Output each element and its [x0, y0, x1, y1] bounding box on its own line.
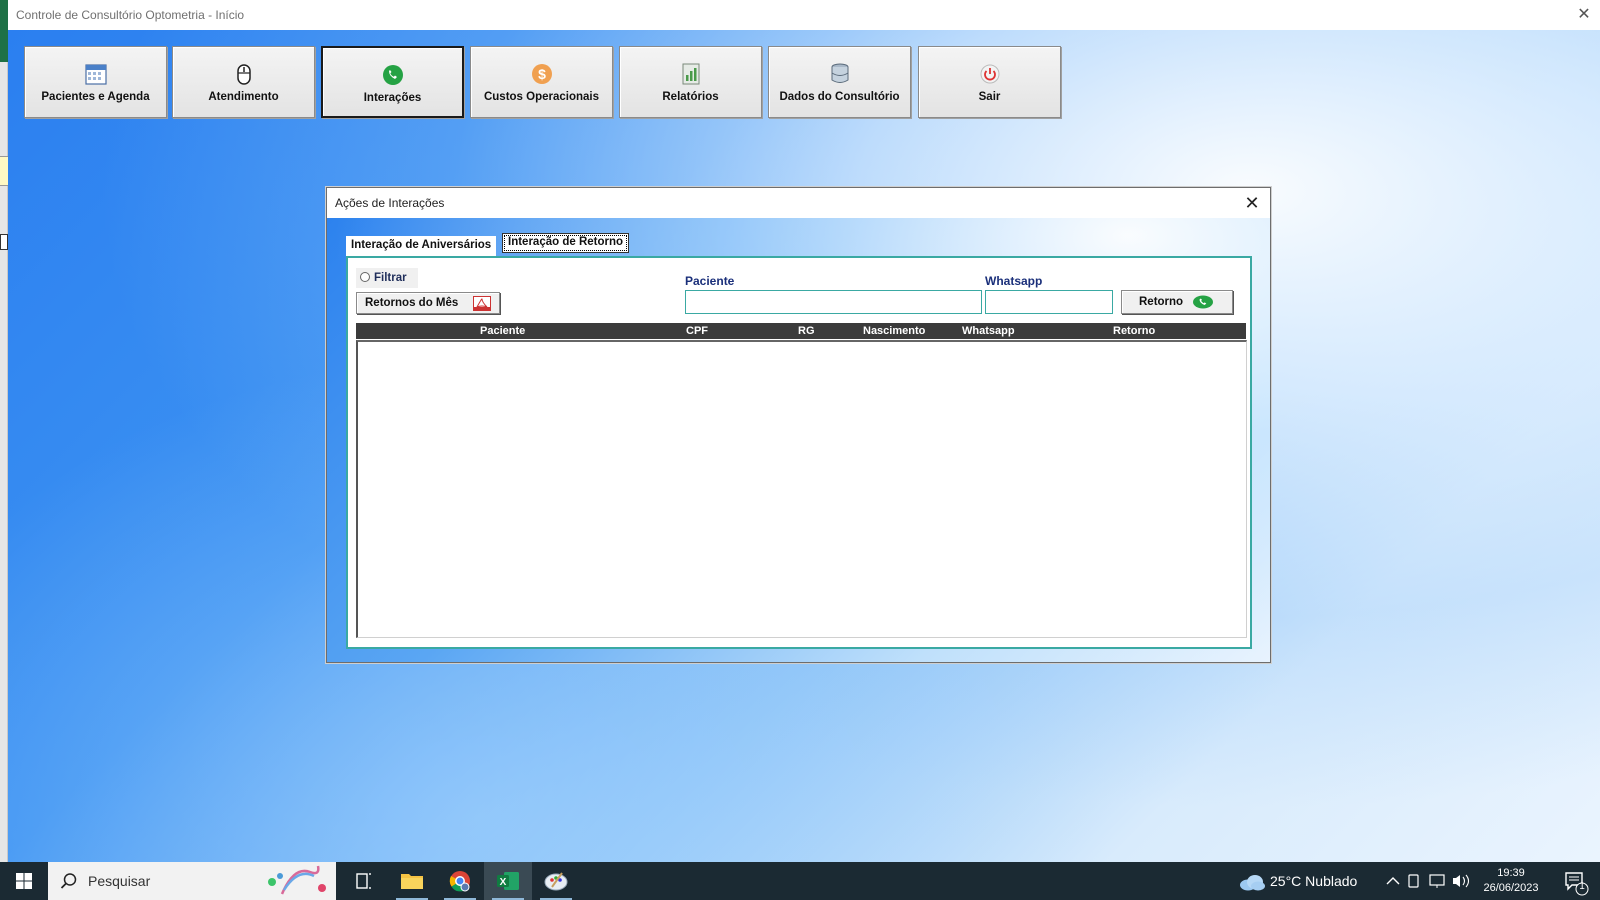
volume-icon — [1453, 875, 1460, 887]
sair-label: Sair — [978, 91, 1001, 103]
custos-operacionais-label: Custos Operacionais — [483, 91, 600, 103]
tab-retorno[interactable]: Interação de Retorno — [502, 233, 630, 253]
paint-palette-icon — [544, 872, 568, 891]
start-button[interactable] — [0, 862, 48, 900]
windows-logo-icon — [16, 873, 32, 889]
window-close-button[interactable]: ✕ — [1572, 0, 1596, 30]
excel-ribbon-edge — [0, 0, 8, 62]
cloud-icon — [1240, 875, 1265, 891]
retorno-button[interactable]: Retorno — [1121, 290, 1233, 314]
custos-operacionais-button[interactable]: $ Custos Operacionais — [470, 46, 613, 118]
retornos-do-mes-button[interactable]: Retornos do Mês — [356, 292, 500, 314]
atendimento-label: Atendimento — [208, 91, 279, 103]
paciente-label: Paciente — [685, 274, 735, 288]
chrome-taskbar-button[interactable] — [436, 862, 484, 900]
retorno-panel: Filtrar Retornos do Mês Paciente Whatsap… — [346, 256, 1252, 649]
col-whatsapp[interactable]: Whatsapp — [962, 323, 1015, 339]
report-chart-icon — [682, 63, 699, 85]
radio-circle-icon — [360, 272, 370, 282]
system-tray[interactable] — [1384, 862, 1474, 900]
calendar-icon — [84, 64, 107, 85]
dialog-titlebar: Ações de Interações ✕ — [327, 188, 1270, 218]
search-placeholder: Pesquisar — [88, 873, 151, 889]
excel-taskbar-button[interactable]: X — [484, 862, 532, 900]
app-window: Controle de Consultório Optometria - Iní… — [0, 0, 1600, 862]
clock-time: 19:39 — [1497, 867, 1525, 879]
paciente-input[interactable] — [685, 290, 982, 314]
relatorios-label: Relatórios — [662, 91, 719, 103]
whatsapp-icon — [382, 65, 403, 85]
weather-widget[interactable]: 25°C Nublado — [1238, 862, 1357, 900]
window-titlebar: Controle de Consultório Optometria - Iní… — [8, 0, 1600, 30]
retorno-button-label: Retorno — [1139, 296, 1184, 308]
task-view-icon — [356, 873, 371, 889]
atendimento-button[interactable]: Atendimento — [172, 46, 315, 118]
excel-left-strip — [0, 0, 8, 862]
acoes-interacoes-dialog: Ações de Interações ✕ Interação de Anive… — [326, 187, 1271, 663]
folder-icon — [401, 874, 423, 889]
dialog-close-button[interactable]: ✕ — [1240, 190, 1264, 216]
meet-now-icon — [1408, 874, 1419, 888]
tab-aniversarios[interactable]: Interação de Aniversários — [346, 236, 497, 256]
notification-count: 1 — [1579, 881, 1585, 892]
clock-date: 26/06/2023 — [1483, 882, 1539, 894]
interacoes-button[interactable]: Interações — [321, 46, 464, 118]
dollar-coin-icon: $ — [531, 64, 552, 84]
windows-taskbar: Pesquisar X 25°C Nublado 19:39 26/06/202… — [0, 862, 1600, 900]
svg-text:$: $ — [538, 66, 546, 82]
col-retorno[interactable]: Retorno — [1113, 323, 1155, 339]
power-icon — [980, 64, 999, 84]
col-cpf[interactable]: CPF — [686, 323, 708, 339]
taskbar-search[interactable]: Pesquisar — [48, 862, 336, 900]
search-icon — [60, 873, 77, 889]
database-icon — [831, 63, 848, 83]
cell-fragment-selected — [0, 234, 8, 250]
svg-text:X: X — [500, 877, 507, 888]
search-highlight-dna-icon — [268, 865, 326, 895]
col-rg[interactable]: RG — [798, 323, 815, 339]
sair-button[interactable]: Sair — [918, 46, 1061, 118]
dialog-title: Ações de Interações — [335, 196, 445, 210]
mouse-icon — [236, 64, 251, 85]
grid-header: Paciente CPF RG Nascimento Whatsapp Reto… — [356, 323, 1246, 339]
dados-consultorio-label: Dados do Consultório — [779, 91, 900, 103]
pdf-icon — [473, 296, 491, 311]
filtrar-radio[interactable]: Filtrar — [356, 268, 418, 288]
notification-center-button[interactable]: 1 — [1552, 862, 1596, 900]
chrome-icon — [449, 871, 470, 892]
col-nascimento[interactable]: Nascimento — [863, 323, 925, 339]
file-explorer-taskbar-button[interactable] — [388, 862, 436, 900]
pacientes-agenda-label: Pacientes e Agenda — [41, 91, 150, 103]
window-title: Controle de Consultório Optometria - Iní… — [16, 8, 245, 22]
task-view-button[interactable] — [340, 862, 388, 900]
whatsapp-label: Whatsapp — [985, 274, 1043, 288]
paint-taskbar-button[interactable] — [532, 862, 580, 900]
chevron-up-icon — [1386, 877, 1400, 885]
retornos-do-mes-label: Retornos do Mês — [365, 297, 459, 309]
filtrar-label: Filtrar — [374, 272, 407, 284]
patients-listbox[interactable] — [356, 340, 1247, 638]
excel-icon: X — [497, 872, 519, 890]
whatsapp-input[interactable] — [985, 290, 1113, 314]
network-icon — [1429, 874, 1445, 886]
col-paciente[interactable]: Paciente — [480, 323, 525, 339]
relatorios-button[interactable]: Relatórios — [619, 46, 762, 118]
cell-fragment — [0, 156, 8, 186]
notification-icon — [1565, 872, 1589, 896]
taskbar-clock[interactable]: 19:39 26/06/2023 — [1480, 866, 1542, 896]
pacientes-agenda-button[interactable]: Pacientes e Agenda — [24, 46, 167, 118]
dados-consultorio-button[interactable]: Dados do Consultório — [768, 46, 911, 118]
weather-text: 25°C Nublado — [1270, 873, 1358, 889]
whatsapp-icon — [1193, 295, 1213, 309]
interacoes-label: Interações — [363, 92, 422, 104]
